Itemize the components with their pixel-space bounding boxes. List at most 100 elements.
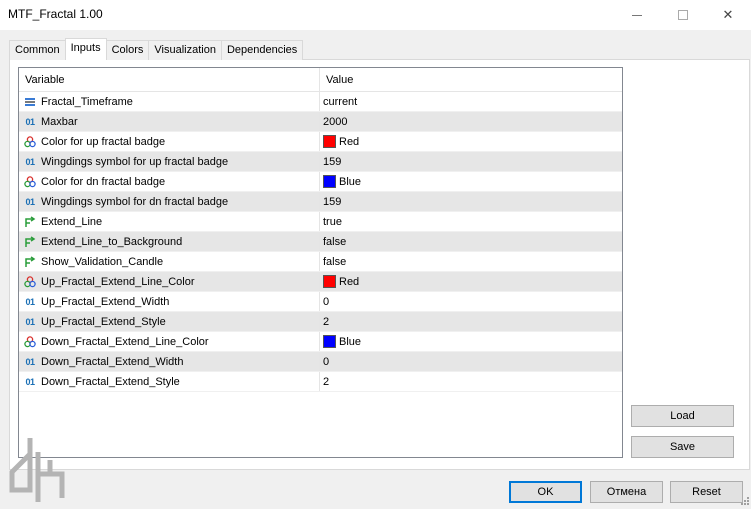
table-row[interactable]: 01 Up_Fractal_Extend_Width 0 <box>19 292 622 312</box>
table-row[interactable]: 01 Maxbar 2000 <box>19 112 622 132</box>
color-icon <box>23 275 37 289</box>
variable-name: Wingdings symbol for up fractal badge <box>41 155 229 168</box>
value-cell[interactable]: 2000 <box>320 112 622 131</box>
color-icon <box>23 175 37 189</box>
variable-name: Down_Fractal_Extend_Style <box>41 375 180 388</box>
value-cell[interactable]: current <box>320 92 622 111</box>
tab-inputs[interactable]: Inputs <box>64 38 107 60</box>
value-cell[interactable]: 0 <box>320 352 622 371</box>
variable-name: Wingdings symbol for dn fractal badge <box>41 195 229 208</box>
value-text: Red <box>339 275 360 288</box>
table-row[interactable]: Show_Validation_Candle false <box>19 252 622 272</box>
value-cell[interactable]: true <box>320 212 622 231</box>
value-text: 2000 <box>323 115 348 128</box>
variable-cell: Fractal_Timeframe <box>19 92 320 111</box>
tab-common[interactable]: Common <box>9 40 66 60</box>
value-cell[interactable]: 159 <box>320 152 622 171</box>
variable-cell: 01 Down_Fractal_Extend_Style <box>19 372 320 391</box>
table-body: Fractal_Timeframe current 01 Maxbar 2000 Colo… <box>19 92 622 392</box>
table-row[interactable]: 01 Down_Fractal_Extend_Style 2 <box>19 372 622 392</box>
table-row[interactable]: Extend_Line true <box>19 212 622 232</box>
value-text: 2 <box>323 315 330 328</box>
bool-icon <box>23 215 37 229</box>
value-text: 2 <box>323 375 330 388</box>
value-cell[interactable]: 2 <box>320 372 622 391</box>
variable-cell: 01 Maxbar <box>19 112 320 131</box>
close-button[interactable]: ✕ <box>705 0 751 30</box>
variable-name: Up_Fractal_Extend_Style <box>41 315 166 328</box>
value-cell[interactable]: false <box>320 252 622 271</box>
minimize-icon <box>632 14 642 16</box>
variable-cell: 01 Wingdings symbol for up fractal badge <box>19 152 320 171</box>
int-icon: 01 <box>25 156 35 167</box>
variable-name: Up_Fractal_Extend_Line_Color <box>41 275 195 288</box>
value-text: 159 <box>323 195 342 208</box>
column-header-value[interactable]: Value <box>320 68 622 91</box>
variable-cell: Color for dn fractal badge <box>19 172 320 191</box>
column-header-variable[interactable]: Variable <box>19 68 320 91</box>
int-icon: 01 <box>25 376 35 387</box>
value-cell[interactable]: false <box>320 232 622 251</box>
value-cell[interactable]: Red <box>320 132 622 151</box>
variable-cell: Down_Fractal_Extend_Line_Color <box>19 332 320 351</box>
variable-cell: Show_Validation_Candle <box>19 252 320 271</box>
load-button[interactable]: Load <box>631 405 734 427</box>
resize-grip-icon[interactable] <box>739 497 749 507</box>
table-row[interactable]: Color for up fractal badge Red <box>19 132 622 152</box>
tab-visualization[interactable]: Visualization <box>148 40 222 60</box>
value-text: current <box>323 95 358 108</box>
cancel-button[interactable]: Отмена <box>590 481 663 503</box>
color-icon <box>23 335 37 349</box>
enum-icon <box>23 95 37 109</box>
value-text: 159 <box>323 155 342 168</box>
variable-name: Down_Fractal_Extend_Width <box>41 355 184 368</box>
table-row[interactable]: Fractal_Timeframe current <box>19 92 622 112</box>
variable-name: Fractal_Timeframe <box>41 95 133 108</box>
minimize-button[interactable] <box>614 0 660 30</box>
value-text: Blue <box>339 175 362 188</box>
table-row[interactable]: 01 Down_Fractal_Extend_Width 0 <box>19 352 622 372</box>
table-row[interactable]: Up_Fractal_Extend_Line_Color Red <box>19 272 622 292</box>
variable-name: Up_Fractal_Extend_Width <box>41 295 170 308</box>
value-cell[interactable]: Red <box>320 272 622 291</box>
tab-colors[interactable]: Colors <box>105 40 150 60</box>
bool-icon <box>23 235 37 249</box>
variable-name: Color for up fractal badge <box>41 135 166 148</box>
color-swatch <box>323 175 336 188</box>
variable-cell: 01 Down_Fractal_Extend_Width <box>19 352 320 371</box>
variable-cell: Extend_Line <box>19 212 320 231</box>
table-row[interactable]: Extend_Line_to_Background false <box>19 232 622 252</box>
variable-cell: Up_Fractal_Extend_Line_Color <box>19 272 320 291</box>
tab-strip: Common Inputs Colors Visualization Depen… <box>9 38 304 60</box>
tab-dependencies[interactable]: Dependencies <box>220 40 304 60</box>
ok-button[interactable]: OK <box>509 481 582 503</box>
bool-icon <box>23 255 37 269</box>
value-cell[interactable]: Blue <box>320 172 622 191</box>
save-button[interactable]: Save <box>631 436 734 458</box>
value-text: 0 <box>323 355 330 368</box>
maximize-button[interactable] <box>660 0 706 30</box>
title-bar: MTF_Fractal 1.00 ✕ <box>0 0 751 30</box>
table-row[interactable]: 01 Wingdings symbol for up fractal badge 1… <box>19 152 622 172</box>
variable-name: Down_Fractal_Extend_Line_Color <box>41 335 209 348</box>
color-swatch <box>323 335 336 348</box>
table-row[interactable]: 01 Wingdings symbol for dn fractal badge 1… <box>19 192 622 212</box>
value-text: true <box>323 215 342 228</box>
color-swatch <box>323 135 336 148</box>
value-cell[interactable]: Blue <box>320 332 622 351</box>
variable-name: Color for dn fractal badge <box>41 175 166 188</box>
int-icon: 01 <box>25 316 35 327</box>
value-text: Blue <box>339 335 362 348</box>
close-icon: ✕ <box>722 7 734 22</box>
value-cell[interactable]: 0 <box>320 292 622 311</box>
watermark-logo <box>9 438 65 502</box>
variable-cell: Extend_Line_to_Background <box>19 232 320 251</box>
variable-name: Show_Validation_Candle <box>41 255 164 268</box>
value-cell[interactable]: 2 <box>320 312 622 331</box>
value-cell[interactable]: 159 <box>320 192 622 211</box>
table-row[interactable]: 01 Up_Fractal_Extend_Style 2 <box>19 312 622 332</box>
table-row[interactable]: Color for dn fractal badge Blue <box>19 172 622 192</box>
table-row[interactable]: Down_Fractal_Extend_Line_Color Blue <box>19 332 622 352</box>
variable-name: Extend_Line_to_Background <box>41 235 183 248</box>
reset-button[interactable]: Reset <box>670 481 743 503</box>
